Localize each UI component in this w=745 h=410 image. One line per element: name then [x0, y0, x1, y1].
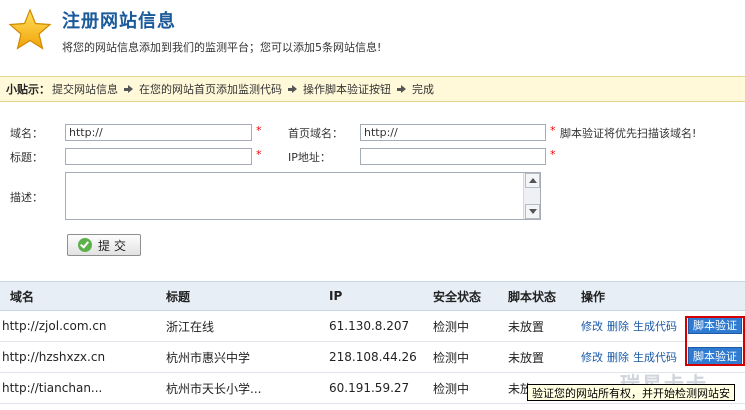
check-icon [77, 238, 92, 252]
header: 注册网站信息 将您的网站信息添加到我们的监测平台；您可以添加5条网站信息! [0, 0, 745, 66]
verify-tooltip: 验证您的网站所有权，并开始检测网站安 [527, 384, 735, 401]
verify-highlight-box [685, 316, 745, 366]
ip-input[interactable] [360, 148, 546, 165]
row-domain: http://hzshxzx.cn [2, 350, 106, 364]
generate-code-link[interactable]: 生成代码 [633, 349, 677, 365]
table-header: 域名 标题 IP 安全状态 脚本状态 操作 [0, 281, 745, 311]
generate-code-link[interactable]: 生成代码 [633, 318, 677, 334]
homepage-input[interactable] [360, 124, 546, 141]
column-header: 操作 [581, 289, 606, 304]
submit-button[interactable]: 提交 [67, 234, 141, 256]
row-ip: 61.130.8.207 [329, 319, 410, 333]
row-domain: http://zjol.com.cn [2, 319, 107, 333]
description-label: 描述： [10, 191, 43, 204]
domain-input[interactable] [65, 124, 252, 141]
row-security-status: 检测中 [433, 350, 470, 365]
tips-step: 在您的网站首页添加监测代码 [139, 83, 282, 96]
required-mark: * [256, 124, 262, 137]
column-header: 标题 [166, 289, 191, 304]
required-mark: * [550, 124, 556, 137]
arrow-right-icon [397, 84, 406, 94]
arrow-right-icon [288, 84, 297, 94]
tips-step: 完成 [412, 83, 434, 96]
row-title: 杭州市天长小学... [166, 381, 262, 396]
delete-link[interactable]: 删除 [607, 318, 629, 334]
homepage-hint: 脚本验证将优先扫描该域名! [560, 127, 697, 140]
row-security-status: 检测中 [433, 381, 470, 396]
edit-link[interactable]: 修改 [581, 318, 603, 334]
row-security-status: 检测中 [433, 319, 470, 334]
star-icon [8, 8, 52, 50]
description-field [65, 172, 541, 220]
scroll-up-icon[interactable] [525, 173, 540, 188]
tips-bar: 小贴示： 提交网站信息 在您的网站首页添加监测代码 操作脚本验证按钮 完成 [0, 76, 745, 102]
description-textarea[interactable] [66, 173, 524, 219]
row-domain: http://tianchan... [2, 381, 103, 395]
row-script-status: 未放置 [508, 319, 545, 334]
scroll-down-icon[interactable] [525, 204, 540, 219]
required-mark: * [256, 148, 262, 161]
delete-link[interactable]: 删除 [607, 349, 629, 365]
domain-label: 域名： [10, 127, 43, 140]
title-input[interactable] [65, 148, 252, 165]
row-title: 杭州市惠兴中学 [166, 350, 251, 365]
ip-label: IP地址： [288, 151, 331, 164]
row-title: 浙江在线 [166, 319, 215, 334]
tips-step: 操作脚本验证按钮 [303, 83, 391, 96]
table-row: http://zjol.com.cn 浙江在线 61.130.8.207 检测中… [0, 311, 745, 342]
row-ip: 218.108.44.26 [329, 350, 417, 364]
site-form: 域名： * 首页域名： * 脚本验证将优先扫描该域名! 标题： * IP地址： … [0, 112, 745, 268]
tips-step: 提交网站信息 [52, 83, 118, 96]
column-header: 域名 [10, 289, 35, 304]
column-header: IP [329, 289, 343, 303]
edit-link[interactable]: 修改 [581, 349, 603, 365]
homepage-label: 首页域名： [288, 127, 343, 140]
arrow-right-icon [124, 84, 133, 94]
page-title: 注册网站信息 [62, 11, 176, 32]
row-actions: 修改 删除 生成代码 [581, 311, 681, 341]
submit-label: 提交 [97, 238, 130, 253]
title-label: 标题： [10, 151, 43, 164]
required-mark: * [550, 148, 556, 161]
description-scrollbar[interactable] [523, 173, 540, 219]
row-script-status: 未放置 [508, 350, 545, 365]
page-subtitle: 将您的网站信息添加到我们的监测平台；您可以添加5条网站信息! [62, 41, 382, 54]
column-header: 安全状态 [433, 289, 482, 304]
row-ip: 60.191.59.27 [329, 381, 410, 395]
tips-label: 小贴示： [6, 83, 50, 96]
column-header: 脚本状态 [508, 289, 557, 304]
